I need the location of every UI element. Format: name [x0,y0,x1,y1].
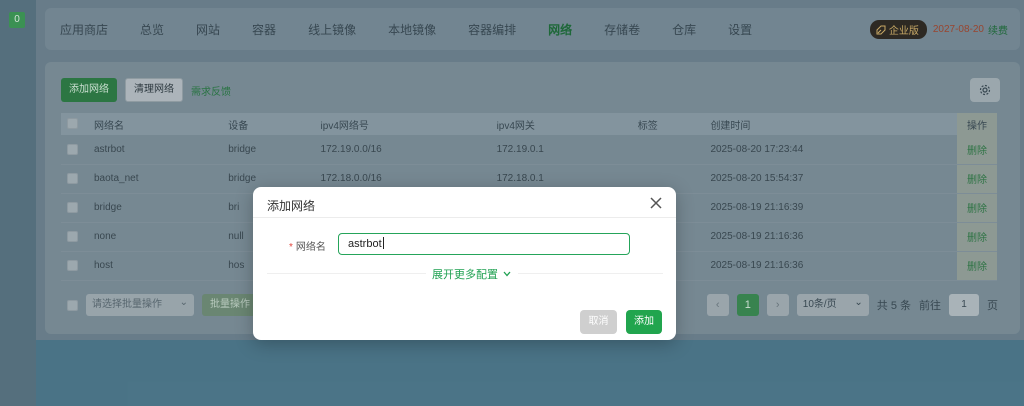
dialog-header-divider [253,217,676,218]
add-network-dialog: 添加网络 * 网络名 astrbot 展开更多配置 取消 添加 [253,187,676,340]
chevron-down-icon [503,271,511,277]
cancel-button[interactable]: 取消 [580,310,617,334]
dialog-title: 添加网络 [267,199,316,213]
network-name-input[interactable]: astrbot [338,233,630,255]
expand-label: 展开更多配置 [432,269,498,281]
add-button[interactable]: 添加 [626,310,662,334]
expand-more-toggle[interactable]: 展开更多配置 [426,266,518,282]
close-button[interactable] [648,195,664,211]
close-icon [650,197,662,209]
network-name-label: * 网络名 [289,242,326,253]
